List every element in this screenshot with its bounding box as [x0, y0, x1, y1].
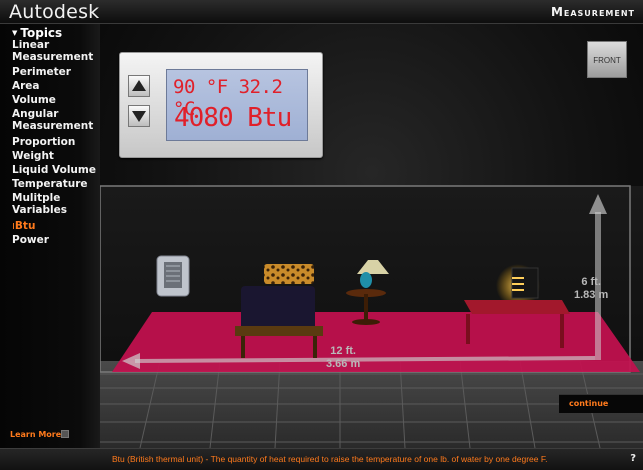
collapse-triangle-icon: ▼ [12, 29, 18, 37]
topics-heading-label: Topics [20, 26, 63, 40]
leopard-chair [264, 264, 314, 284]
height-m: 1.83 m [574, 289, 609, 301]
top-bar: Autodesk Measurement [0, 0, 643, 24]
topic-power[interactable]: Power [12, 234, 98, 246]
length-m: 3.66 m [326, 358, 361, 370]
continue-button[interactable]: continue [559, 394, 643, 413]
room-scene: 90 °F 32.2 °C 4080 Btu FRONT 6 ft. 1.83 … [100, 24, 643, 448]
topic-btu[interactable]: ıBtu [12, 220, 98, 232]
continue-label: continue [569, 399, 609, 408]
arrow-down-icon [132, 111, 146, 122]
topics-heading[interactable]: ▼ Topics [12, 26, 62, 40]
topic-area[interactable]: Area [12, 80, 98, 92]
topic-liquid-volume[interactable]: Liquid Volume [12, 164, 98, 176]
length-ft: 12 ft. [330, 345, 356, 357]
bottom-bar: Btu (British thermal unit) - The quantit… [0, 448, 643, 470]
topic-proportion[interactable]: Proportion [12, 136, 98, 148]
space-heater [156, 255, 190, 297]
topic-temperature[interactable]: Temperature [12, 178, 98, 190]
thermostat-panel: 90 °F 32.2 °C 4080 Btu [119, 52, 323, 158]
learn-more-checkbox[interactable] [61, 430, 69, 438]
sidebar: ▼ Topics Linear Measurement Perimeter Are… [0, 24, 100, 448]
topic-multiple-variables[interactable]: Mulitple Variables [12, 192, 98, 216]
topic-linear-measurement[interactable]: Linear Measurement [12, 39, 98, 63]
topic-volume[interactable]: Volume [12, 94, 98, 106]
temperature-down-button[interactable] [128, 105, 150, 127]
thermostat-display: 90 °F 32.2 °C 4080 Btu [166, 69, 308, 141]
length-label: 12 ft. 3.66 m [326, 345, 360, 371]
temperature-up-button[interactable] [128, 75, 150, 97]
front-view-button[interactable]: FRONT [587, 41, 627, 78]
arrow-up-icon [132, 80, 146, 91]
definition-text: Btu (British thermal unit) - The quantit… [112, 454, 548, 464]
learn-more-link[interactable]: Learn More [10, 430, 61, 439]
height-label: 6 ft. 1.83 m [574, 276, 608, 302]
btu-readout: 4080 Btu [174, 103, 292, 133]
topic-weight[interactable]: Weight [12, 150, 98, 162]
topic-btu-label: Btu [14, 220, 36, 232]
topic-angular-measurement[interactable]: Angular Measurement [12, 108, 98, 132]
app-title: Measurement [550, 5, 635, 19]
height-ft: 6 ft. [581, 276, 601, 288]
help-button[interactable]: ? [630, 453, 636, 464]
topic-perimeter[interactable]: Perimeter [12, 66, 98, 78]
brand-logo: Autodesk [9, 1, 100, 23]
